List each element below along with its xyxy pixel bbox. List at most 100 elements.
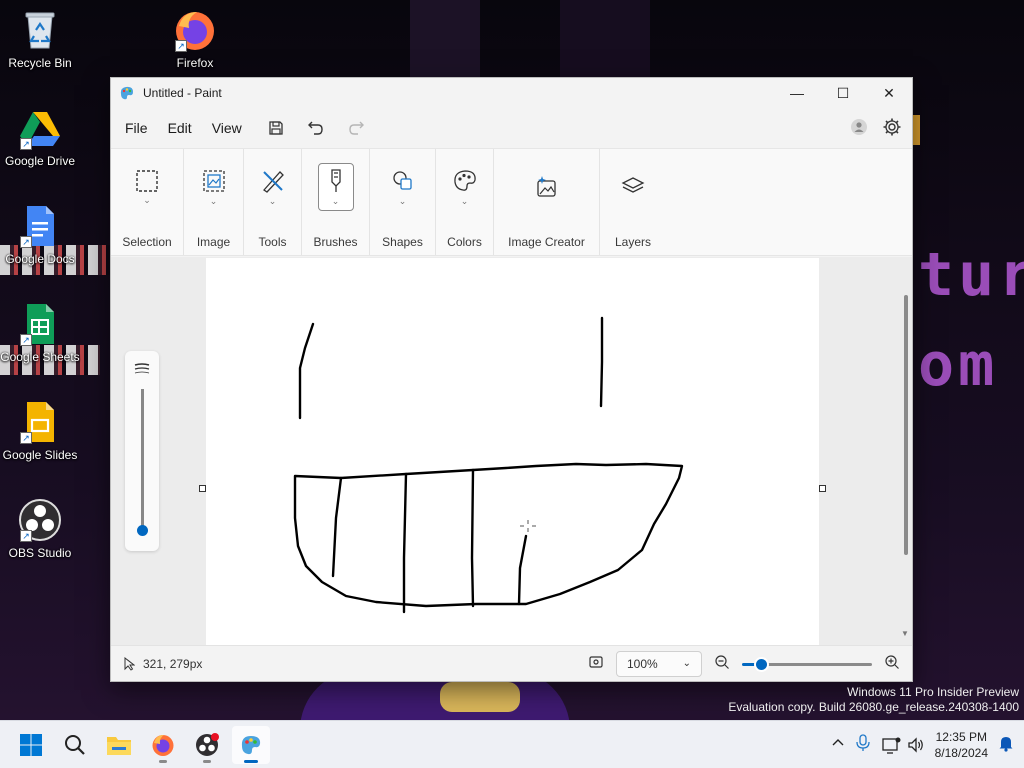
tools-icon: ⌄ (255, 163, 291, 211)
close-button[interactable]: ✕ (866, 78, 912, 108)
system-tray: 12:35 PM 8/18/2024 (831, 729, 1024, 761)
file-explorer-button[interactable] (100, 726, 138, 764)
firefox-icon (152, 734, 174, 756)
zoom-out-icon (715, 655, 729, 669)
desktop-icon-firefox[interactable]: ↗ Firefox (155, 8, 235, 70)
wallpaper-text: om (918, 330, 999, 400)
menu-view[interactable]: View (202, 114, 252, 142)
ribbon-group-tools[interactable]: ⌄ Tools (244, 149, 302, 255)
start-button[interactable] (12, 726, 50, 764)
slider-thumb[interactable] (137, 525, 148, 536)
clock[interactable]: 12:35 PM 8/18/2024 (935, 729, 988, 761)
ribbon-group-selection[interactable]: ⌄ Selection (111, 149, 184, 255)
wallpaper-shape (560, 0, 650, 77)
desktop-icon-obs-studio[interactable]: ↗ OBS Studio (0, 498, 80, 560)
save-icon (269, 121, 283, 135)
desktop-icon-recycle-bin[interactable]: Recycle Bin (0, 8, 80, 70)
notifications-button[interactable] (998, 734, 1014, 755)
zoom-slider-track[interactable] (760, 662, 872, 666)
ribbon-group-image-creator[interactable]: Image Creator (494, 149, 600, 255)
ribbon-group-shapes[interactable]: ⌄ Shapes (370, 149, 436, 255)
fit-to-window-icon (589, 656, 603, 668)
canvas-resize-handle-right[interactable] (819, 485, 826, 492)
zoom-out-button[interactable] (714, 654, 730, 673)
drawing-strokes (293, 316, 684, 614)
zoom-level-dropdown[interactable]: 100% ⌄ (616, 650, 702, 677)
desktop-icon-google-drive[interactable]: ↗ Google Drive (0, 106, 80, 168)
scrollbar-thumb[interactable] (904, 295, 908, 555)
paint-app-icon (119, 85, 135, 101)
wallpaper-text: turn (918, 240, 1024, 310)
maximize-button[interactable]: ☐ (820, 78, 866, 108)
scroll-down-arrow-icon[interactable]: ▼ (901, 629, 909, 638)
shortcut-arrow-icon: ↗ (175, 40, 187, 52)
watermark-line: Windows 11 Pro Insider Preview (847, 685, 1019, 699)
save-button[interactable] (260, 112, 292, 144)
obs-studio-taskbar-button[interactable] (188, 726, 226, 764)
ribbon-group-image[interactable]: ⌄ Image (184, 149, 244, 255)
zoom-slider-thumb[interactable] (756, 658, 767, 670)
undo-button[interactable] (300, 112, 332, 144)
paint-taskbar-button[interactable] (232, 725, 270, 764)
clock-date: 8/18/2024 (934, 745, 988, 760)
cursor-position: 321, 279px (123, 656, 202, 671)
brush-size-slider[interactable] (125, 351, 159, 551)
shortcut-arrow-icon: ↗ (20, 236, 32, 248)
image-icon: ⌄ (196, 163, 232, 211)
menu-edit[interactable]: Edit (158, 114, 202, 142)
desktop-icon-google-docs[interactable]: ↗ Google Docs (0, 204, 80, 266)
shapes-icon: ⌄ (385, 163, 421, 211)
zoom-in-button[interactable] (884, 654, 900, 673)
zoom-slider[interactable] (742, 654, 872, 674)
windows-watermark: Windows 11 Pro Insider Preview Evaluatio… (728, 685, 1019, 715)
chevron-down-icon: ⌄ (143, 194, 151, 205)
fit-to-window-button[interactable] (588, 654, 604, 673)
minimize-button[interactable]: — (774, 78, 820, 108)
desktop-icon-google-slides[interactable]: ↗ Google Slides (0, 400, 80, 462)
redo-button[interactable] (340, 112, 372, 144)
obs-studio-icon (196, 732, 219, 756)
ribbon-label: Colors (447, 235, 482, 249)
zoom-level-value: 100% (627, 656, 658, 671)
desktop-icon-label: Google Drive (4, 154, 76, 168)
crosshair-cursor-icon (520, 520, 536, 532)
ribbon-label: Layers (614, 235, 652, 249)
taskbar: 12:35 PM 8/18/2024 (0, 720, 1024, 768)
ribbon-group-brushes[interactable]: ⌄ Brushes (302, 149, 370, 255)
shortcut-arrow-icon: ↗ (20, 334, 32, 346)
ribbon-group-layers[interactable]: Layers (600, 149, 666, 255)
google-sheets-icon: ↗ (18, 302, 62, 346)
vertical-scrollbar[interactable]: ▼ (900, 257, 912, 647)
volume-icon (907, 736, 923, 753)
gear-icon (883, 118, 901, 135)
canvas-workspace[interactable]: ▼ (111, 257, 912, 647)
search-button[interactable] (56, 726, 94, 764)
ribbon-group-colors[interactable]: ⌄ Colors (436, 149, 494, 255)
show-hidden-icons-button[interactable] (831, 736, 845, 753)
drawing-canvas[interactable] (206, 258, 819, 646)
brush-icon: ⌄ (317, 163, 354, 211)
ribbon-label: Brushes (313, 235, 358, 249)
undo-icon (307, 121, 323, 135)
obs-studio-icon: ↗ (18, 498, 62, 542)
paint-window: Untitled - Paint — ☐ ✕ File Edit View ⌄ … (110, 77, 913, 682)
firefox-taskbar-button[interactable] (144, 726, 182, 764)
account-button[interactable] (850, 118, 868, 139)
menu-file[interactable]: File (115, 114, 158, 142)
pointer-icon (124, 656, 135, 671)
settings-button[interactable] (882, 117, 902, 140)
title-bar[interactable]: Untitled - Paint — ☐ ✕ (111, 78, 912, 108)
shortcut-arrow-icon: ↗ (20, 432, 32, 444)
redo-icon (349, 121, 364, 135)
folder-icon (107, 736, 131, 755)
microphone-button[interactable] (855, 734, 871, 755)
desktop-icon-google-sheets[interactable]: ↗ Google Sheets (0, 302, 80, 364)
paint-icon (241, 735, 261, 754)
google-slides-icon: ↗ (18, 400, 62, 444)
microphone-icon (855, 734, 870, 751)
chevron-up-icon (832, 739, 844, 746)
canvas-resize-handle-left[interactable] (199, 485, 206, 492)
network-button[interactable] (881, 736, 925, 754)
slider-track[interactable] (141, 389, 144, 529)
chevron-down-icon: ⌄ (209, 195, 218, 206)
